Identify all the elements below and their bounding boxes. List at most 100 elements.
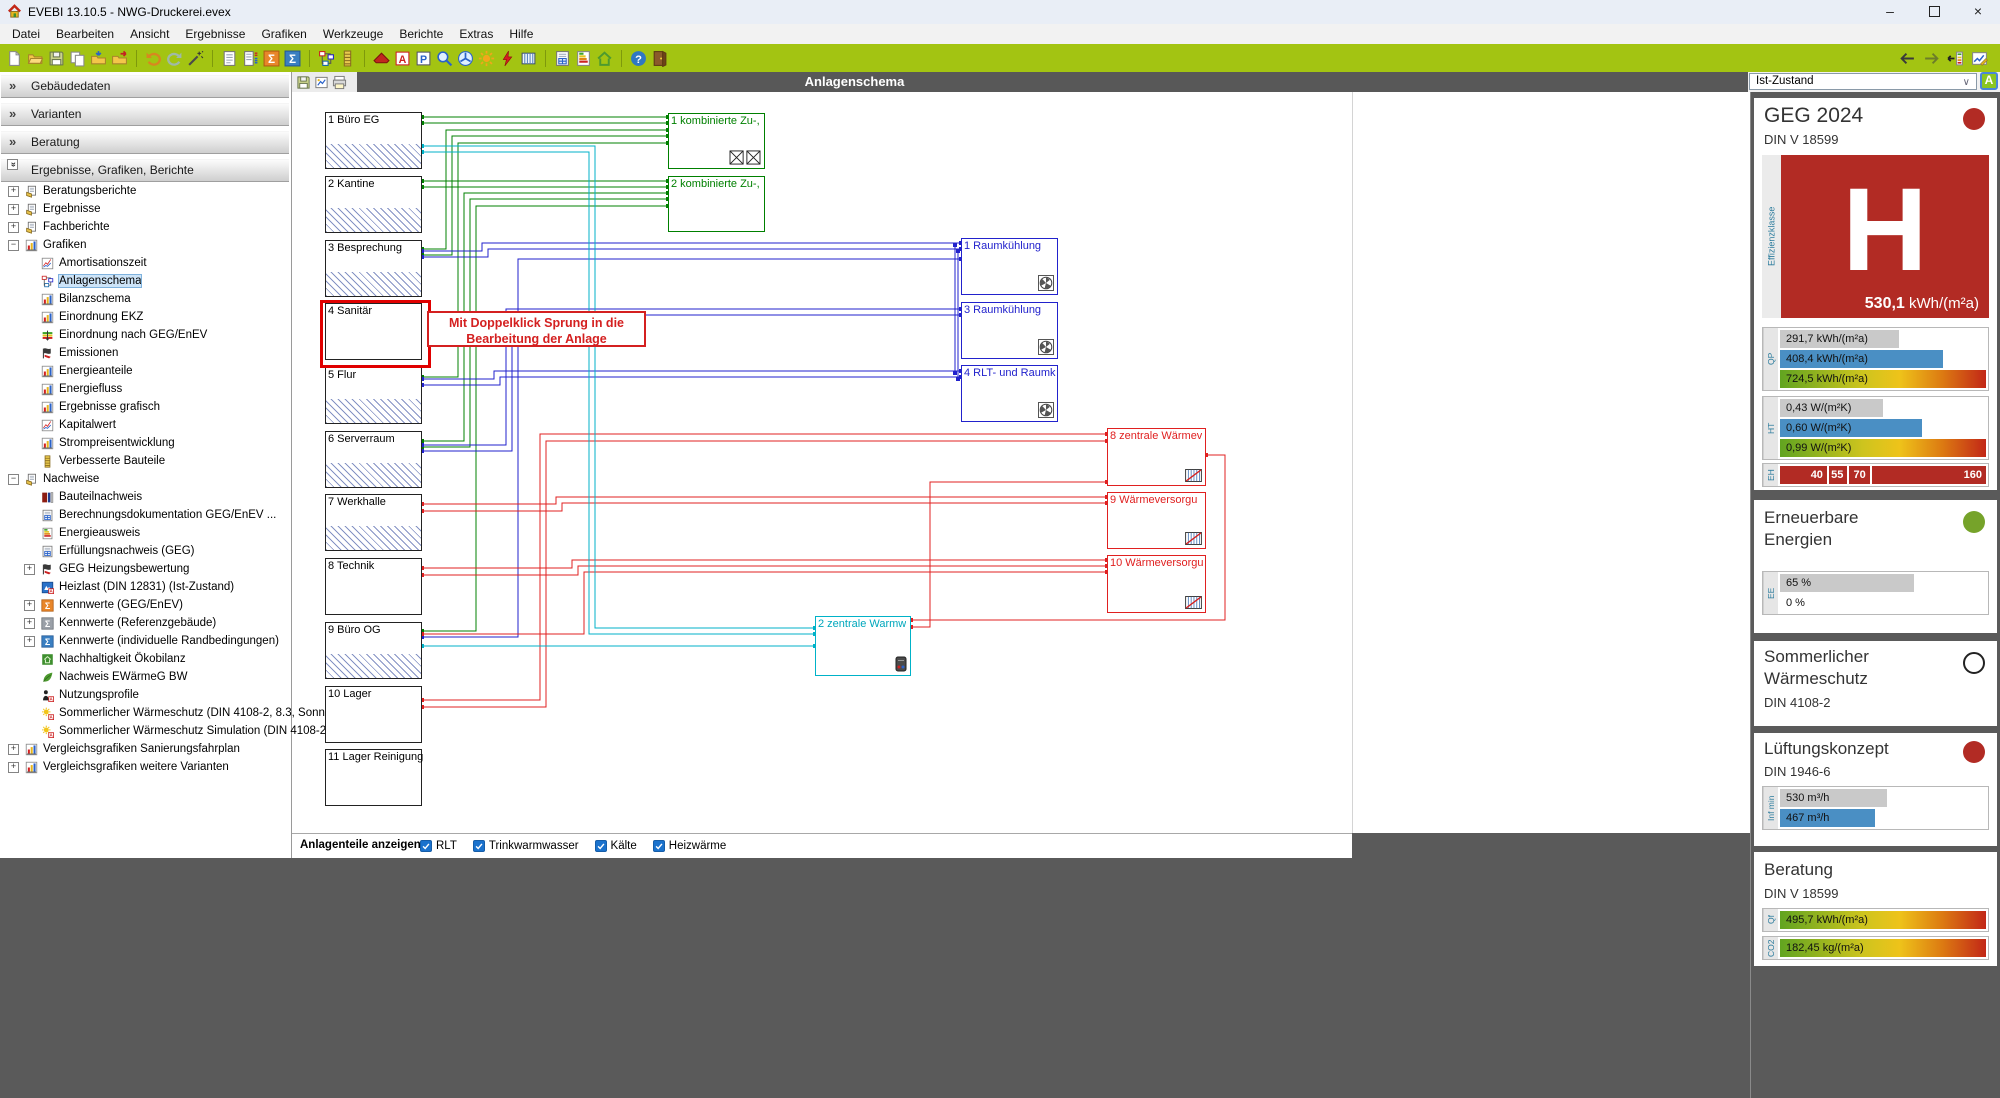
checkbox-checked-icon[interactable]: [653, 840, 665, 852]
menu-ansicht[interactable]: Ansicht: [122, 24, 177, 44]
maximize-button[interactable]: [1912, 0, 1956, 24]
menu-ergebnisse[interactable]: Ergebnisse: [177, 24, 253, 44]
export-image-icon[interactable]: [314, 75, 329, 90]
tree-item-grafiken[interactable]: −Grafiken: [0, 236, 291, 254]
tree-item-amortisationszeit[interactable]: Amortisationszeit: [0, 254, 291, 272]
tree-item-fachberichte[interactable]: +Fachberichte: [0, 218, 291, 236]
tree-item-sommerlicher-w-rmeschutz-din-4108-2-8-3-sonneneintragsk[interactable]: ASommerlicher Wärmeschutz (DIN 4108-2, 8…: [0, 704, 291, 722]
building-a-icon[interactable]: A: [394, 50, 411, 67]
tree-item-verbesserte-bauteile[interactable]: Verbesserte Bauteile: [0, 452, 291, 470]
new-file-icon[interactable]: [6, 50, 23, 67]
tree-item-ergebnisse[interactable]: +Ergebnisse: [0, 200, 291, 218]
doc-table-icon[interactable]: [554, 50, 571, 67]
system-box-9-w-rmeversorgu[interactable]: 9 Wärmeversorgu: [1107, 492, 1206, 549]
sidebar-section-geb-udedaten[interactable]: »Gebäudedaten: [1, 75, 289, 98]
room-box-2-kantine[interactable]: 2 Kantine: [325, 176, 422, 233]
fan-blue-icon[interactable]: [457, 50, 474, 67]
sum-orange-icon[interactable]: Σ: [263, 50, 280, 67]
zoom-icon[interactable]: [436, 50, 453, 67]
system-box-2-kombinierte-zu[interactable]: 2 kombinierte Zu-,: [668, 176, 765, 232]
tree-item-beratungsberichte[interactable]: +Beratungsberichte: [0, 182, 291, 200]
checkbox-checked-icon[interactable]: [473, 840, 485, 852]
tree-item-kapitalwert[interactable]: Kapitalwert: [0, 416, 291, 434]
radiator-tool-icon[interactable]: [520, 50, 537, 67]
menu-extras[interactable]: Extras: [451, 24, 501, 44]
undo-icon[interactable]: [145, 50, 162, 67]
tree-item-anlagenschema[interactable]: Anlagenschema: [0, 272, 291, 290]
menu-grafiken[interactable]: Grafiken: [253, 24, 314, 44]
checkbox-checked-icon[interactable]: [595, 840, 607, 852]
tree-plus-expander[interactable]: +: [8, 204, 19, 215]
tree-item-bauteilnachweis[interactable]: Bauteilnachweis: [0, 488, 291, 506]
tree-minus-expander[interactable]: −: [8, 240, 19, 251]
open-folder-icon[interactable]: [27, 50, 44, 67]
house-green-icon[interactable]: [596, 50, 613, 67]
roof-icon[interactable]: [373, 50, 390, 67]
save-icon[interactable]: [48, 50, 65, 67]
system-box-10-w-rmeversorgu[interactable]: 10 Wärmeversorgu: [1107, 555, 1206, 613]
report-doc-icon[interactable]: [221, 50, 238, 67]
apply-variant-button[interactable]: A: [1980, 72, 1998, 90]
sidebar-section-ergebnisse-grafiken-berichte[interactable]: »Ergebnisse, Grafiken, Berichte: [1, 159, 289, 182]
room-box-8-technik[interactable]: 8 Technik: [325, 558, 422, 615]
tree-item-einordnung-nach-geg-enev[interactable]: Einordnung nach GEG/EnEV: [0, 326, 291, 344]
chart-edit-icon[interactable]: [1971, 50, 1988, 67]
menu-datei[interactable]: Datei: [4, 24, 48, 44]
tree-item-kennwerte-referenzgeb-ude[interactable]: +ΣKennwerte (Referenzgebäude): [0, 614, 291, 632]
checkbox-checked-icon[interactable]: [420, 840, 432, 852]
system-box-2-zentrale-warmw[interactable]: 2 zentrale Warmw: [815, 616, 911, 676]
energy-label-icon[interactable]: [575, 50, 592, 67]
sidebar-section-varianten[interactable]: »Varianten: [1, 103, 289, 126]
tree-item-kennwerte-individuelle-randbedingungen[interactable]: +ΣKennwerte (individuelle Randbedingunge…: [0, 632, 291, 650]
calc-doc-icon[interactable]: [242, 50, 259, 67]
minimize-button[interactable]: –: [1868, 0, 1912, 24]
room-box-11-lager-reinigung[interactable]: 11 Lager Reinigung: [325, 749, 422, 806]
save-icon[interactable]: [296, 75, 311, 90]
menu-hilfe[interactable]: Hilfe: [501, 24, 541, 44]
filter-heizw-rme[interactable]: Heizwärme: [653, 840, 727, 852]
back-icon[interactable]: [1899, 50, 1916, 67]
tree-item-strompreisentwicklung[interactable]: Strompreisentwicklung: [0, 434, 291, 452]
tree-plus-expander[interactable]: +: [24, 618, 35, 629]
tree-item-einordnung-ekz[interactable]: Einordnung EKZ: [0, 308, 291, 326]
filter-rlt[interactable]: RLT: [420, 840, 457, 852]
filter-trinkwarmwasser[interactable]: Trinkwarmwasser: [473, 840, 579, 852]
schema-icon[interactable]: [318, 50, 335, 67]
close-button[interactable]: ×: [1956, 0, 2000, 24]
tree-item-heizlast-din-12831-ist-zustand[interactable]: AHeizlast (DIN 12831) (Ist-Zustand): [0, 578, 291, 596]
tree-item-energieausweis[interactable]: Energieausweis: [0, 524, 291, 542]
tree-item-sommerlicher-w-rmeschutz-simulation-din-4108-2-8-4-bert[interactable]: ASommerlicher Wärmeschutz Simulation (DI…: [0, 722, 291, 740]
menu-werkzeuge[interactable]: Werkzeuge: [315, 24, 391, 44]
components-icon[interactable]: [339, 50, 356, 67]
tree-plus-expander[interactable]: +: [24, 636, 35, 647]
export-folder-icon[interactable]: [111, 50, 128, 67]
sun-icon[interactable]: [478, 50, 495, 67]
tree-item-nachweise[interactable]: −Nachweise: [0, 470, 291, 488]
tree-item-bilanzschema[interactable]: Bilanzschema: [0, 290, 291, 308]
tree-plus-expander[interactable]: +: [8, 186, 19, 197]
system-box-1-kombinierte-zu[interactable]: 1 kombinierte Zu-,: [668, 113, 765, 169]
tree-item-berechnungsdokumentation-geg-enev[interactable]: Berechnungsdokumentation GEG/EnEV ...: [0, 506, 291, 524]
room-box-9-b-ro-og[interactable]: 9 Büro OG: [325, 622, 422, 679]
sum-blue-icon[interactable]: Σ: [284, 50, 301, 67]
tree-plus-expander[interactable]: +: [24, 600, 35, 611]
filter-k-lte[interactable]: Kälte: [595, 840, 637, 852]
room-box-5-flur[interactable]: 5 Flur: [325, 367, 422, 424]
redo-icon[interactable]: [166, 50, 183, 67]
menu-berichte[interactable]: Berichte: [391, 24, 451, 44]
room-box-3-besprechung[interactable]: 3 Besprechung: [325, 240, 422, 297]
room-box-6-serverraum[interactable]: 6 Serverraum: [325, 431, 422, 488]
menu-bearbeiten[interactable]: Bearbeiten: [48, 24, 122, 44]
system-box-3-raumk-hlung[interactable]: 3 Raumkühlung: [961, 302, 1058, 359]
tree-item-vergleichsgrafiken-sanierungsfahrplan[interactable]: +Vergleichsgrafiken Sanierungsfahrplan: [0, 740, 291, 758]
tree-item-kennwerte-geg-enev[interactable]: +ΣKennwerte (GEG/EnEV): [0, 596, 291, 614]
tree-plus-expander[interactable]: +: [8, 222, 19, 233]
tree-minus-expander[interactable]: −: [8, 474, 19, 485]
tree-item-vergleichsgrafiken-weitere-varianten[interactable]: +Vergleichsgrafiken weitere Varianten: [0, 758, 291, 776]
tree-item-nutzungsprofile[interactable]: ANutzungsprofile: [0, 686, 291, 704]
help-icon[interactable]: ?: [630, 50, 647, 67]
tree-plus-expander[interactable]: +: [24, 564, 35, 575]
tree-item-energieanteile[interactable]: Energieanteile: [0, 362, 291, 380]
room-box-10-lager[interactable]: 10 Lager: [325, 686, 422, 743]
tree-item-erf-llungsnachweis-geg[interactable]: Erfüllungsnachweis (GEG): [0, 542, 291, 560]
